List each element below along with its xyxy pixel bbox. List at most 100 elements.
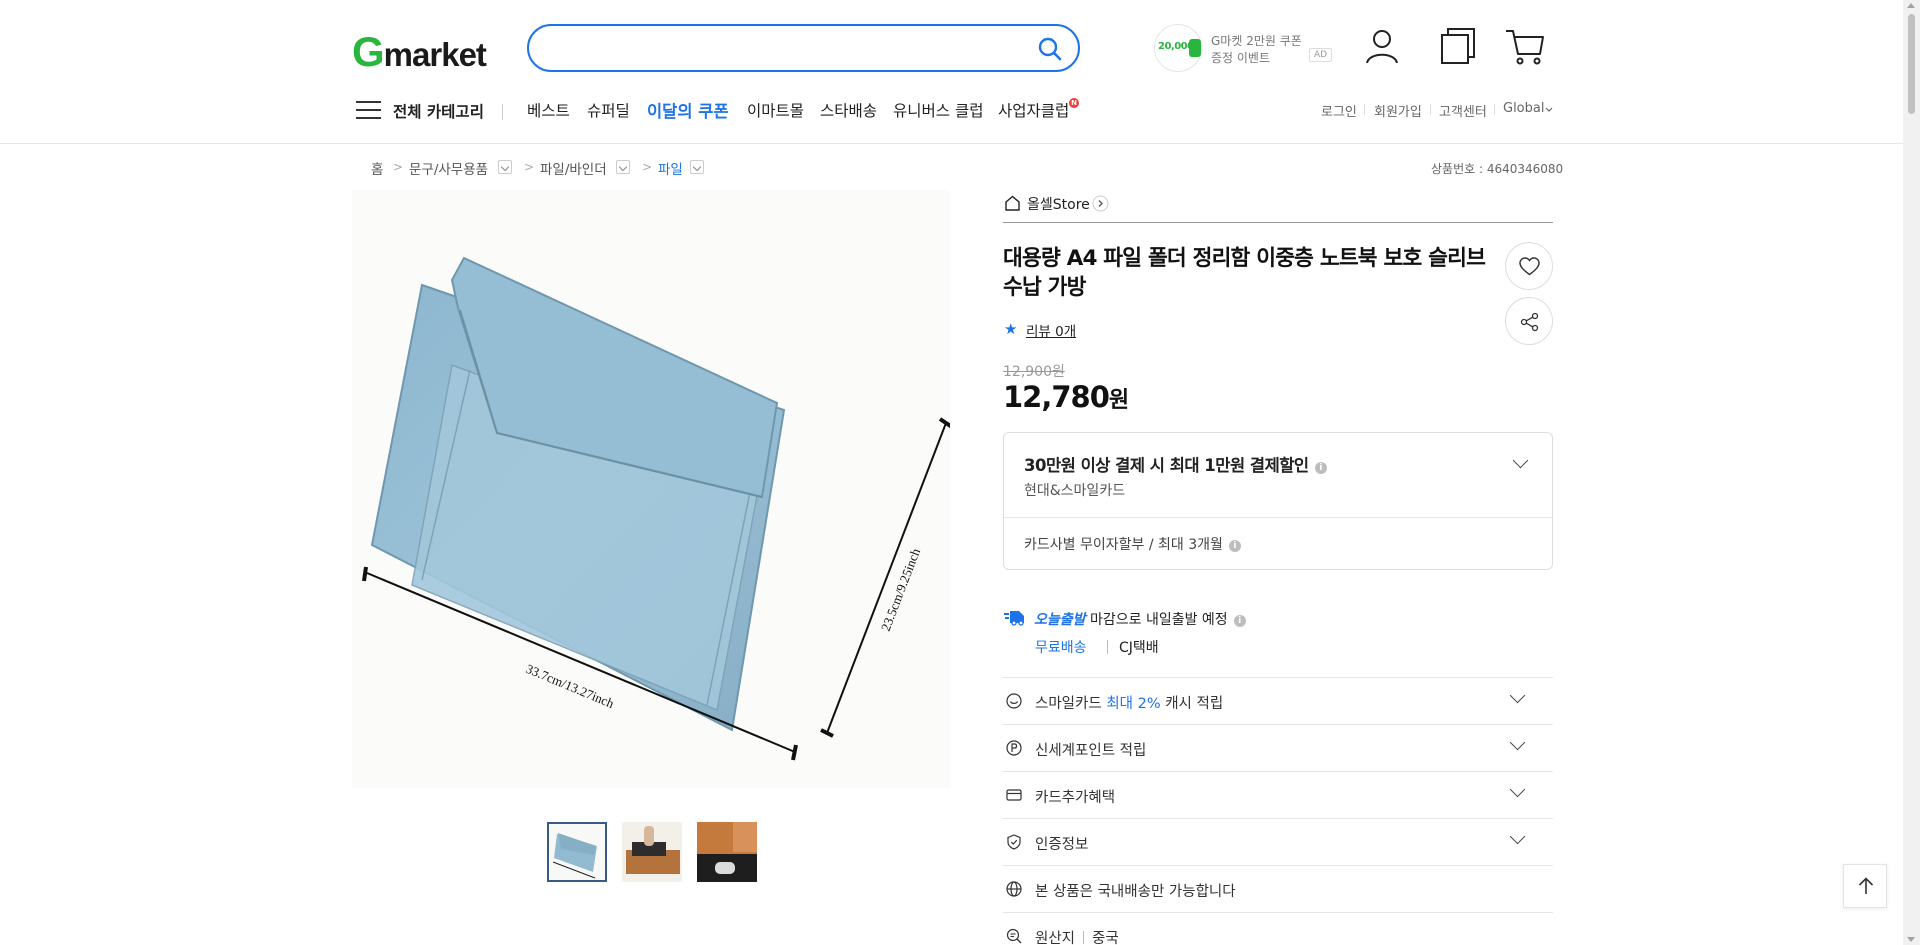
thumbnail-laptop-sleeve-image	[697, 822, 757, 882]
free-shipping-label: 무료배송	[1035, 640, 1087, 656]
cart-icon[interactable]	[1505, 26, 1545, 66]
chevron-down-icon	[1545, 107, 1553, 112]
heart-icon	[1519, 257, 1540, 276]
login-link[interactable]: 로그인	[1321, 101, 1357, 120]
smile-icon	[1006, 693, 1022, 709]
point-icon	[1006, 740, 1022, 756]
gnb-item-star-delivery[interactable]: 스타배송	[820, 99, 877, 121]
gnb-item-emart[interactable]: 이마트몰	[747, 99, 804, 121]
info-icon[interactable]: i	[1314, 462, 1327, 474]
coupon-badge: 20,000	[1154, 24, 1202, 72]
wishlist-button[interactable]	[1505, 242, 1553, 290]
scroll-down-arrow-icon[interactable]	[1907, 937, 1915, 942]
breadcrumb-file-binder[interactable]: 파일/바인더	[540, 158, 607, 178]
certification-label: 인증정보	[1035, 837, 1089, 853]
info-icon[interactable]: i	[1233, 615, 1246, 627]
card-extra-label: 카드추가혜택	[1035, 790, 1116, 806]
payment-benefit-box[interactable]: 30만원 이상 결제 시 최대 1만원 결제할인 i 현대&스마일카드 카드사별 …	[1003, 432, 1553, 570]
back-to-top-button[interactable]	[1843, 864, 1887, 908]
sale-price-value: 12,780	[1003, 380, 1110, 414]
chevron-down-icon[interactable]	[1512, 452, 1529, 469]
gnb-item-business-club[interactable]: 사업자클럽	[998, 99, 1069, 121]
gnb-divider	[502, 104, 503, 120]
store-divider	[1003, 222, 1553, 223]
shield-check-icon	[1007, 834, 1021, 850]
hamburger-menu-icon[interactable]	[356, 100, 381, 120]
origin-row: 원산지 중국	[1003, 912, 1553, 945]
chevron-down-icon	[1509, 687, 1526, 704]
search-box[interactable]	[527, 24, 1080, 72]
info-icon[interactable]: i	[1228, 540, 1241, 552]
smile-prefix: 스마일카드	[1035, 696, 1107, 712]
sale-price: 12,780원	[1003, 380, 1129, 414]
util-divider	[1430, 104, 1431, 115]
review-count-link[interactable]: 리뷰 0개	[1026, 320, 1076, 340]
coupon-g-icon	[1189, 39, 1201, 57]
thumbnail-1[interactable]	[547, 822, 607, 882]
breadcrumb-stationery[interactable]: 문구/사무용품	[409, 158, 488, 178]
coupon-event-banner[interactable]: 20,000 G마켓 2만원 쿠폰 증정 이벤트	[1154, 24, 1314, 72]
star-icon: ★	[1004, 320, 1018, 338]
domestic-shipping-row: 본 상품은 국내배송만 가능합니다	[1003, 865, 1553, 912]
user-icon[interactable]	[1362, 26, 1402, 66]
sale-price-unit: 원	[1108, 388, 1129, 413]
gmarket-logo[interactable]: Gmarket	[352, 28, 487, 76]
breadcrumb-dropdown-icon[interactable]	[616, 160, 630, 174]
gnb-item-universe-club[interactable]: 유니버스 클럽	[893, 99, 984, 121]
product-number: 상품번호 : 4640346080	[1431, 162, 1564, 176]
shinsegae-point-label: 신세계포인트 적립	[1035, 743, 1147, 759]
search-input[interactable]	[549, 36, 1009, 60]
shinsegae-point-row[interactable]: 신세계포인트 적립	[1003, 724, 1553, 771]
installment-info: 카드사별 무이자할부 / 최대 3개월 i	[1024, 534, 1241, 554]
search-icon[interactable]	[1036, 35, 1064, 63]
smile-card-cash-row[interactable]: 스마일카드 최대 2% 캐시 적립	[1003, 677, 1553, 724]
share-icon	[1520, 312, 1539, 332]
original-price: 12,900원	[1003, 364, 1065, 380]
global-link[interactable]: Global	[1503, 101, 1544, 116]
breadcrumb-home[interactable]: 홈	[371, 158, 383, 178]
customer-center-link[interactable]: 고객센터	[1439, 101, 1487, 120]
chevron-right-icon[interactable]	[1092, 195, 1109, 212]
recent-items-icon[interactable]	[1438, 26, 1478, 66]
thumbnail-blue-folder-image	[549, 824, 605, 880]
breadcrumb-dropdown-icon[interactable]	[498, 160, 512, 174]
breadcrumb-file[interactable]: 파일	[658, 158, 683, 178]
card-extra-benefit-row[interactable]: 카드추가혜택	[1003, 771, 1553, 818]
arrow-up-icon	[1858, 877, 1874, 894]
height-dimension-label: 23.5cm/9.25inch	[878, 546, 923, 633]
origin-info: 원산지 중국	[1035, 927, 1119, 945]
fast-delivery-icon	[1004, 611, 1024, 626]
certification-row[interactable]: 인증정보	[1003, 818, 1553, 865]
thumbnail-2[interactable]	[622, 822, 682, 882]
carrier-label: CJ택배	[1119, 640, 1159, 656]
breadcrumb-dropdown-icon[interactable]	[690, 160, 704, 174]
chevron-down-icon	[1509, 828, 1526, 845]
smile-suffix: 캐시 적립	[1160, 696, 1224, 712]
shipping-divider	[1107, 640, 1108, 654]
store-home-icon	[1005, 195, 1020, 211]
all-category-button[interactable]: 전체 카테고리	[393, 100, 484, 122]
origin-label: 원산지	[1035, 931, 1076, 945]
page-scrollbar[interactable]	[1903, 0, 1920, 945]
main-product-image[interactable]: 33.7cm/13.27inch 23.5cm/9.25inch	[352, 190, 954, 788]
coupon-line1: G마켓 2만원 쿠폰	[1211, 34, 1302, 48]
benefit-title: 30만원 이상 결제 시 최대 1만원 결제할인 i	[1024, 452, 1327, 476]
origin-value: 중국	[1092, 931, 1119, 945]
installment-text: 카드사별 무이자할부 / 최대 3개월	[1024, 537, 1223, 553]
scrollbar-thumb[interactable]	[1908, 14, 1915, 114]
chevron-down-icon	[1509, 781, 1526, 798]
store-name-link[interactable]: 올셀Store	[1027, 194, 1090, 214]
gnb-item-best[interactable]: 베스트	[527, 99, 570, 121]
share-button[interactable]	[1505, 297, 1553, 345]
scroll-up-arrow-icon[interactable]	[1907, 3, 1915, 8]
thumbnail-3[interactable]	[697, 822, 757, 882]
width-dimension-label: 33.7cm/13.27inch	[524, 661, 617, 711]
shipping-desc: 마감으로 내일출발 예정	[1089, 612, 1228, 628]
util-divider	[1494, 104, 1495, 115]
origin-divider	[1083, 931, 1085, 944]
benefit-title-text: 30만원 이상 결제 시 최대 1만원 결제할인	[1024, 456, 1309, 475]
coupon-line2: 증정 이벤트	[1211, 51, 1271, 65]
gnb-item-monthly-coupon[interactable]: 이달의 쿠폰	[647, 98, 729, 122]
signup-link[interactable]: 회원가입	[1374, 101, 1422, 120]
gnb-item-superdeal[interactable]: 슈퍼딜	[587, 99, 630, 121]
